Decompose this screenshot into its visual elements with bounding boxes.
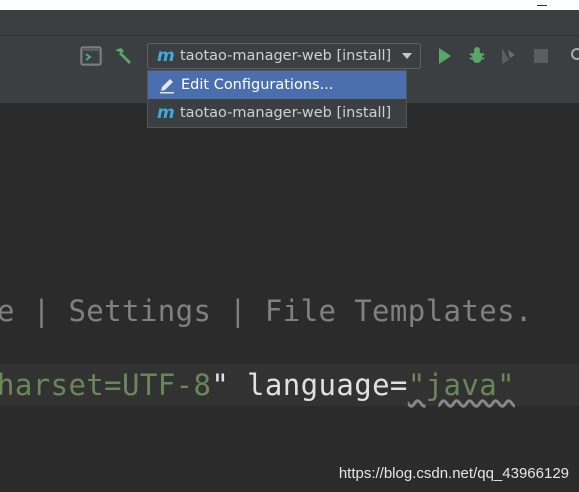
run-configuration-label: taotao-manager-web [install] — [180, 48, 392, 64]
code-token: " language= — [211, 368, 408, 402]
maven-m-icon: m — [157, 103, 175, 123]
menu-item-label: taotao-manager-web [install] — [180, 105, 392, 121]
code-token: "java" — [407, 368, 515, 402]
menu-item-edit-configurations[interactable]: Edit Configurations... — [148, 71, 406, 99]
pencil-icon — [158, 76, 176, 94]
run-configuration-dropdown: Edit Configurations... m taotao-manager-… — [147, 70, 407, 128]
code-line: harset=UTF-8" language="java" — [0, 368, 533, 402]
menu-bar — [0, 10, 579, 35]
run-icon[interactable] — [437, 47, 453, 69]
build-hammer-icon[interactable] — [112, 45, 134, 71]
code-token: harset=UTF-8 — [0, 368, 212, 402]
code-line: e | Settings | File Templates. — [0, 294, 533, 328]
menu-item-label: Edit Configurations... — [181, 77, 334, 93]
run-configuration-selector[interactable]: m taotao-manager-web [install] — [147, 43, 421, 69]
watermark-text: https://blog.csdn.net/qq_43966129 — [338, 465, 569, 482]
search-icon[interactable] — [570, 47, 579, 67]
maven-m-icon: m — [157, 46, 175, 66]
debug-bug-icon[interactable] — [467, 46, 487, 70]
chevron-down-icon[interactable] — [402, 53, 412, 59]
code-editor[interactable]: e | Settings | File Templates. harset=UT… — [0, 104, 579, 492]
window-titlebar — [0, 0, 579, 10]
menu-item-taotao-manager-web[interactable]: m taotao-manager-web [install] — [148, 99, 406, 127]
stop-icon[interactable] — [534, 48, 548, 67]
project-window-icon[interactable] — [80, 46, 102, 70]
run-with-coverage-icon[interactable] — [499, 46, 519, 70]
minimize-icon[interactable] — [537, 5, 547, 6]
